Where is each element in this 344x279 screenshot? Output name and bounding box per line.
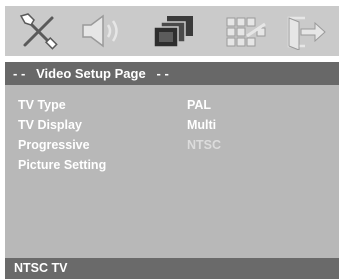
menu-item-label: TV Display	[18, 118, 82, 132]
menu-item-value: PAL	[187, 98, 212, 112]
menu-item-picture-setting[interactable]: Picture Setting	[5, 155, 339, 175]
page-title: - - Video Setup Page - -	[5, 62, 339, 85]
menu-item-value[interactable]: NTSC	[187, 135, 221, 155]
menu-item-label: Picture Setting	[18, 158, 107, 172]
setup-toolbar	[5, 6, 339, 56]
exit-icon[interactable]	[285, 12, 329, 50]
menu-item-label: Progressive	[18, 138, 90, 152]
video-screen-icon[interactable]	[151, 12, 195, 50]
preference-grid-icon[interactable]	[223, 12, 267, 50]
menu-item-tv-display[interactable]: TV Display Multi	[5, 115, 339, 135]
menu-item-tv-type[interactable]: TV Type PAL	[5, 95, 339, 115]
settings-list: TV Type PAL TV Display Multi Progressive…	[5, 95, 339, 175]
speaker-icon[interactable]	[79, 12, 123, 50]
setup-menu-panel: - - Video Setup Page - - TV Type PAL TV …	[5, 6, 339, 279]
menu-item-label: TV Type	[18, 98, 66, 112]
tools-icon[interactable]	[17, 12, 61, 50]
status-bar: NTSC TV	[5, 258, 339, 279]
menu-item-progressive[interactable]: Progressive NTSC	[5, 135, 339, 155]
menu-item-value: Multi	[187, 118, 217, 132]
